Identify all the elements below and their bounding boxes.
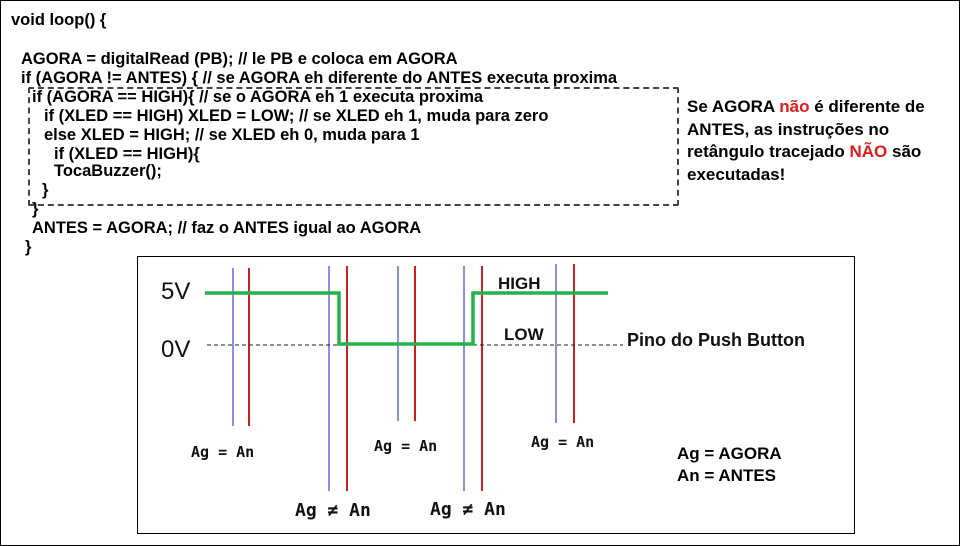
equal-label: Ag = An [531,433,594,451]
slide: void loop() { AGORA = digitalRead (PB); … [0,0,960,546]
equal-label: Ag = An [191,443,254,461]
signal-label: Pino do Push Button [627,330,805,350]
label-low: LOW [504,325,545,344]
label-0v: 0V [161,336,190,363]
equal-label: Ag = An [374,437,437,455]
legend: Ag = AGORA An = ANTES [677,443,782,487]
legend-ag: Ag = AGORA [677,444,782,463]
push-button-signal [205,291,608,346]
not-equal-label: Ag ≠ An [295,500,371,521]
signal-diagram: 5V 0V HIGH LOW Pino do Push Button Ag = … [161,264,805,521]
not-equal-label: Ag ≠ An [430,499,506,520]
marker-lines [232,264,575,491]
label-high: HIGH [498,274,541,293]
legend-an: An = ANTES [677,466,777,485]
label-5v: 5V [161,278,190,305]
